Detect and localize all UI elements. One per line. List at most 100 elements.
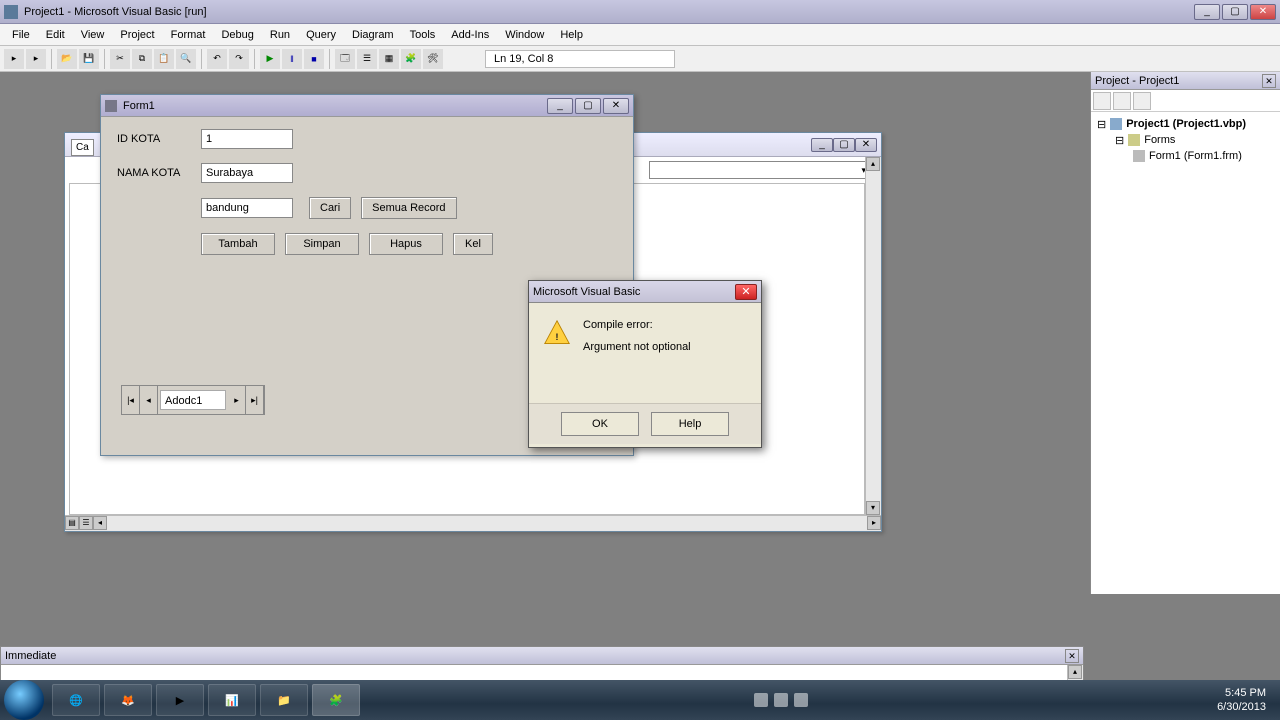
adodc-next-icon[interactable]: ▸ [228,386,246,414]
tambah-button[interactable]: Tambah [201,233,275,255]
tray-flag-icon[interactable] [754,693,768,707]
keluar-button[interactable]: Kel [453,233,493,255]
scroll-up-icon[interactable]: ▴ [866,157,880,171]
semua-record-button[interactable]: Semua Record [361,197,456,219]
scroll-down-icon[interactable]: ▾ [866,501,880,515]
tree-folder-forms[interactable]: ⊟ Forms [1097,132,1274,148]
add-form-icon[interactable]: ▸ [26,49,46,69]
tray-volume-icon[interactable] [794,693,808,707]
menu-run[interactable]: Run [262,27,298,43]
code-tab[interactable]: Ca [71,139,94,156]
nama-kota-input[interactable] [201,163,293,183]
folder-icon [1128,134,1140,146]
view-full-icon[interactable]: ▤ [65,516,79,530]
object-browser-icon[interactable]: 🧩 [401,49,421,69]
cut-icon[interactable]: ✂ [110,49,130,69]
menu-edit[interactable]: Edit [38,27,73,43]
adodc-first-icon[interactable]: |◂ [122,386,140,414]
taskbar-excel-icon[interactable]: 📊 [208,684,256,716]
minimize-button[interactable]: _ [1194,4,1220,20]
form1-maximize-button[interactable]: ▢ [575,98,601,114]
id-kota-input[interactable] [201,129,293,149]
menu-format[interactable]: Format [163,27,214,43]
start-button[interactable] [4,680,44,720]
view-proc-icon[interactable]: ☰ [79,516,93,530]
menu-diagram[interactable]: Diagram [344,27,402,43]
form1-minimize-button[interactable]: _ [547,98,573,114]
menu-addins[interactable]: Add-Ins [443,27,497,43]
break-icon[interactable]: ‖ [282,49,302,69]
msgbox-help-button[interactable]: Help [651,412,729,436]
toolbar-separator [104,49,105,69]
hapus-button[interactable]: Hapus [369,233,443,255]
add-project-icon[interactable]: ▸ [4,49,24,69]
scroll-right-icon[interactable]: ▸ [867,516,881,530]
msgbox-close-button[interactable]: ✕ [735,284,757,300]
form1-close-button[interactable]: ✕ [603,98,629,114]
immediate-close-button[interactable]: ✕ [1065,649,1079,663]
project-panel-close-button[interactable]: ✕ [1262,74,1276,88]
project-explorer-icon[interactable]: 🗔 [335,49,355,69]
tray-network-icon[interactable] [774,693,788,707]
menu-debug[interactable]: Debug [213,27,261,43]
tree-item-form1[interactable]: Form1 (Form1.frm) [1097,148,1274,164]
toggle-folders-icon[interactable] [1133,92,1151,110]
adodc-prev-icon[interactable]: ◂ [140,386,158,414]
main-title: Project1 - Microsoft Visual Basic [run] [24,6,1194,18]
code-restore-button[interactable]: ▢ [833,138,855,152]
view-object-icon[interactable] [1113,92,1131,110]
code-horizontal-scrollbar[interactable]: ▤☰◂ ▸ [65,515,881,531]
copy-icon[interactable]: ⧉ [132,49,152,69]
find-icon[interactable]: 🔍 [176,49,196,69]
tray-clock[interactable]: 5:45 PM 6/30/2013 [1207,684,1276,716]
menu-window[interactable]: Window [497,27,552,43]
form-icon [105,100,117,112]
menu-tools[interactable]: Tools [402,27,444,43]
save-icon[interactable]: 💾 [79,49,99,69]
menu-query[interactable]: Query [298,27,344,43]
paste-icon[interactable]: 📋 [154,49,174,69]
code-close-button[interactable]: ✕ [855,138,877,152]
menu-view[interactable]: View [73,27,113,43]
tree-root[interactable]: ⊟ Project1 (Project1.vbp) [1097,116,1274,132]
tree-root-label: Project1 (Project1.vbp) [1126,118,1246,130]
simpan-button[interactable]: Simpan [285,233,359,255]
end-icon[interactable]: ■ [304,49,324,69]
main-titlebar: Project1 - Microsoft Visual Basic [run] … [0,0,1280,24]
app-icon [4,5,18,19]
view-code-icon[interactable] [1093,92,1111,110]
procedure-dropdown[interactable] [649,161,869,179]
close-button[interactable]: ✕ [1250,4,1276,20]
properties-icon[interactable]: ☰ [357,49,377,69]
scroll-up-icon[interactable]: ▴ [1068,665,1082,679]
taskbar-explorer-icon[interactable]: 📁 [260,684,308,716]
taskbar-media-icon[interactable]: ▶ [156,684,204,716]
toolbox-icon[interactable]: 🛠 [423,49,443,69]
tray-date: 6/30/2013 [1217,700,1266,714]
start-icon[interactable]: ▶ [260,49,280,69]
code-minimize-button[interactable]: _ [811,138,833,152]
taskbar-ie-icon[interactable]: 🌐 [52,684,100,716]
msgbox-ok-button[interactable]: OK [561,412,639,436]
menu-file[interactable]: File [4,27,38,43]
form1-title: Form1 [123,100,547,112]
redo-icon[interactable]: ↷ [229,49,249,69]
undo-icon[interactable]: ↶ [207,49,227,69]
code-vertical-scrollbar[interactable]: ▴ ▾ [865,157,881,515]
label-nama-kota: NAMA KOTA [117,167,201,179]
scroll-left-icon[interactable]: ◂ [93,516,107,530]
search-input[interactable] [201,198,293,218]
taskbar-firefox-icon[interactable]: 🦊 [104,684,152,716]
adodc-last-icon[interactable]: ▸| [246,386,264,414]
menu-help[interactable]: Help [552,27,591,43]
adodc-control: |◂ ◂ Adodc1 ▸ ▸| [121,385,265,415]
open-icon[interactable]: 📂 [57,49,77,69]
menu-project[interactable]: Project [112,27,162,43]
adodc-label: Adodc1 [160,390,226,410]
toolbar-separator [329,49,330,69]
cari-button[interactable]: Cari [309,197,351,219]
form-layout-icon[interactable]: ▦ [379,49,399,69]
taskbar-vb-icon[interactable]: 🧩 [312,684,360,716]
form-file-icon [1133,150,1145,162]
maximize-button[interactable]: ▢ [1222,4,1248,20]
